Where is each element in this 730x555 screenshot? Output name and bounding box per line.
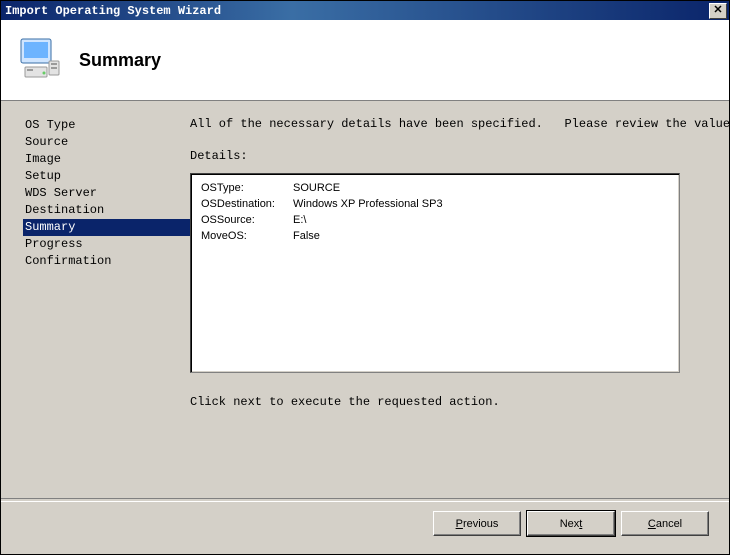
details-value: E:\	[293, 212, 443, 228]
details-row: OSType:SOURCE	[201, 180, 443, 196]
sidebar-item-os-type[interactable]: OS Type	[23, 117, 190, 134]
sidebar-item-destination[interactable]: Destination	[23, 202, 190, 219]
next-button[interactable]: Next	[527, 511, 615, 536]
details-key: OSType:	[201, 180, 293, 196]
main-panel: All of the necessary details have been s…	[190, 101, 730, 506]
sidebar-item-confirmation[interactable]: Confirmation	[23, 253, 190, 270]
sidebar-item-wds-server[interactable]: WDS Server	[23, 185, 190, 202]
sidebar-item-summary[interactable]: Summary	[23, 219, 190, 236]
cancel-button[interactable]: Cancel	[621, 511, 709, 536]
details-row: MoveOS:False	[201, 228, 443, 244]
sidebar-item-setup[interactable]: Setup	[23, 168, 190, 185]
details-key: OSDestination:	[201, 196, 293, 212]
details-box: OSType:SOURCEOSDestination:Windows XP Pr…	[190, 173, 680, 373]
details-table: OSType:SOURCEOSDestination:Windows XP Pr…	[201, 180, 443, 244]
computer-icon	[19, 37, 61, 84]
window-title: Import Operating System Wizard	[5, 4, 221, 18]
details-key: OSSource:	[201, 212, 293, 228]
title-bar: Import Operating System Wizard ✕	[1, 1, 729, 20]
details-row: OSSource:E:\	[201, 212, 443, 228]
wizard-window: Import Operating System Wizard ✕ Summary	[0, 0, 730, 555]
close-icon: ✕	[713, 5, 722, 16]
footer-divider	[1, 498, 729, 502]
details-value: Windows XP Professional SP3	[293, 196, 443, 212]
previous-button[interactable]: Previous	[433, 511, 521, 536]
instruction-text: All of the necessary details have been s…	[190, 117, 730, 131]
close-button[interactable]: ✕	[709, 3, 727, 19]
wizard-body: OS TypeSourceImageSetupWDS ServerDestina…	[1, 101, 729, 506]
footer-instruction: Click next to execute the requested acti…	[190, 395, 730, 409]
wizard-header: Summary	[1, 20, 729, 101]
page-heading: Summary	[79, 50, 161, 71]
details-value: SOURCE	[293, 180, 443, 196]
details-value: False	[293, 228, 443, 244]
details-row: OSDestination:Windows XP Professional SP…	[201, 196, 443, 212]
step-sidebar: OS TypeSourceImageSetupWDS ServerDestina…	[1, 101, 190, 506]
sidebar-item-progress[interactable]: Progress	[23, 236, 190, 253]
details-label: Details:	[190, 149, 730, 163]
sidebar-item-source[interactable]: Source	[23, 134, 190, 151]
button-row: Previous Next Cancel	[433, 511, 709, 536]
details-key: MoveOS:	[201, 228, 293, 244]
sidebar-item-image[interactable]: Image	[23, 151, 190, 168]
